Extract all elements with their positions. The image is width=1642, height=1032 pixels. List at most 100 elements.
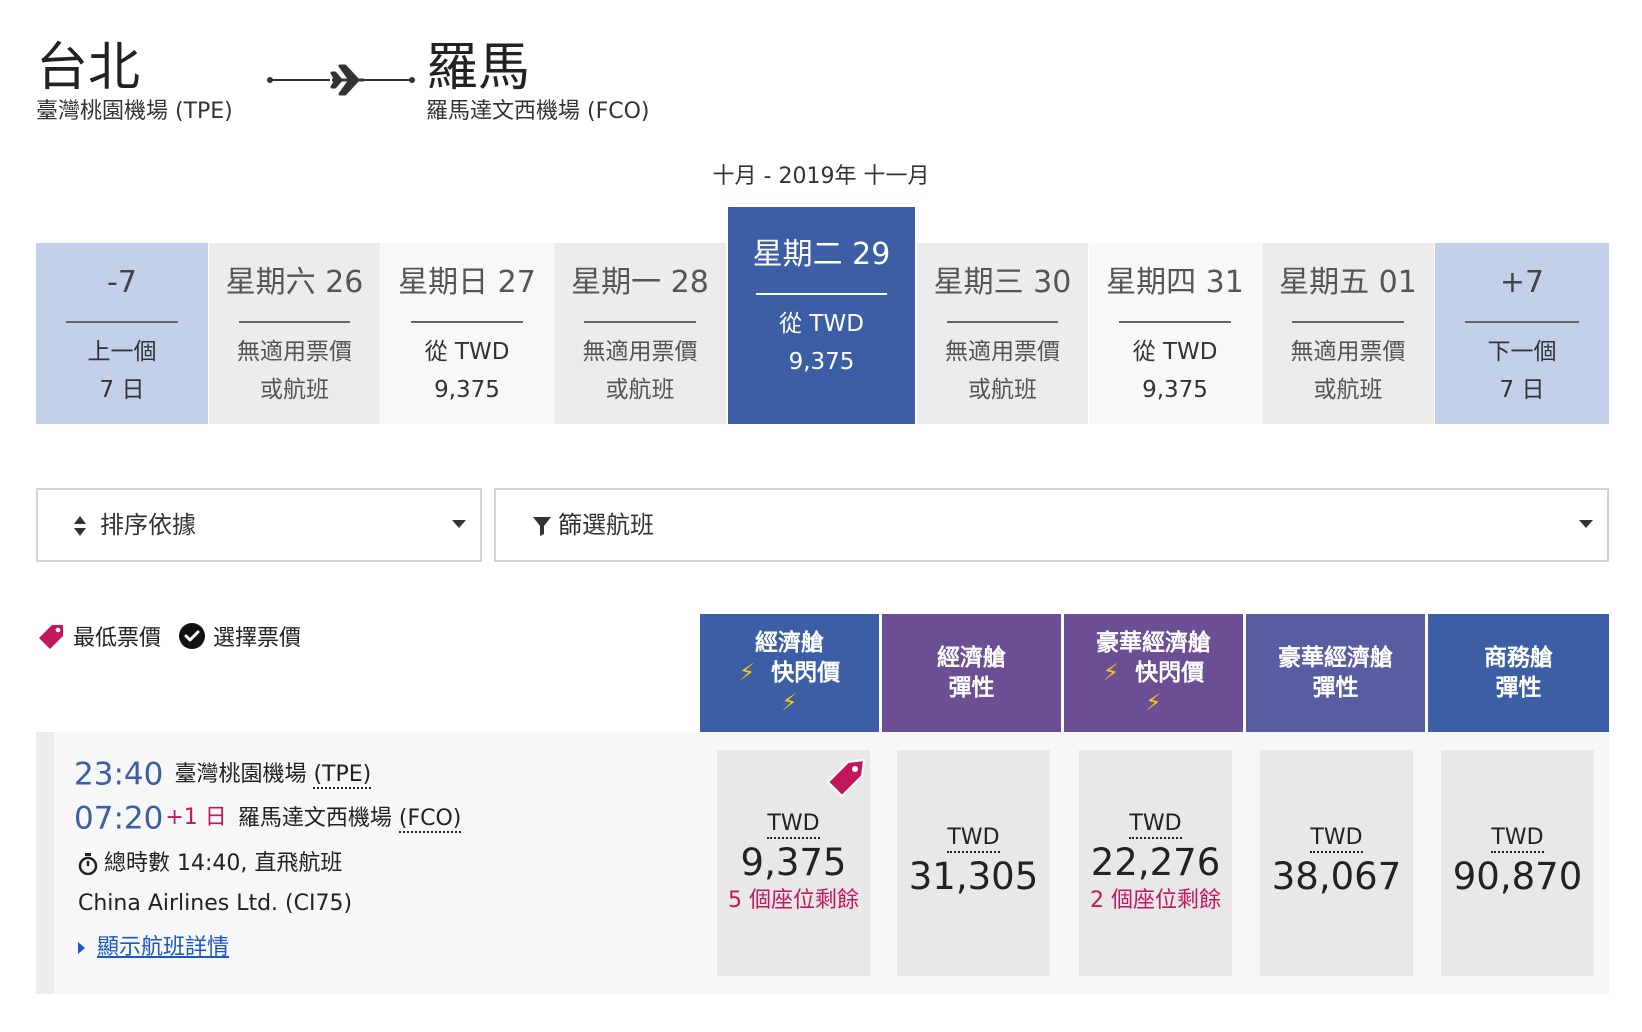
arrival-code[interactable]: (FCO) — [398, 805, 462, 833]
date-cell[interactable]: 星期四 31 從 TWD 9,375 — [1089, 243, 1261, 424]
prev-week-offset: -7 — [107, 265, 137, 300]
origin-airport: 臺灣桃園機場 (TPE) — [36, 99, 233, 124]
caret-right-icon — [78, 942, 85, 954]
flight-times: 23:40 臺灣桃園機場 (TPE) 07:20+1 日 羅馬達文西機場 (FC… — [74, 752, 462, 840]
fare-currency: TWD — [1491, 825, 1544, 853]
lowest-price-tag-icon — [826, 758, 866, 798]
date-label: 星期五 01 — [1279, 265, 1417, 300]
date-status: 無適用票價 — [237, 339, 352, 365]
date-status-2: 或航班 — [605, 377, 675, 403]
arrival-time: 07:20 — [74, 800, 164, 837]
fare-header-economy-flash[interactable]: 經濟艙 ⚡ 快閃價 ⚡ — [700, 614, 879, 732]
next-week-button[interactable]: +7 下一個 7 日 — [1435, 243, 1609, 424]
fare-amount: 31,305 — [908, 855, 1039, 898]
flight-duration: 總時數 14:40, 直飛航班 — [78, 844, 342, 884]
date-label: 星期六 26 — [225, 265, 364, 300]
date-cell[interactable]: 星期三 30 無適用票價 或航班 — [917, 243, 1088, 424]
fare-header-title: 商務艙 — [1484, 645, 1553, 671]
date-status: 無適用票價 — [582, 339, 698, 365]
date-price-prefix: 從 TWD — [424, 339, 510, 365]
fare-cell-economy-flash[interactable]: TWD 9,375 5 個座位剩餘 — [717, 750, 870, 976]
chevron-down-icon — [1579, 520, 1593, 528]
fare-header-title: 豪華經濟艙 — [1096, 630, 1211, 656]
fare-header-economy-flex[interactable]: 經濟艙 彈性 — [882, 614, 1061, 732]
fare-currency: TWD — [1129, 811, 1182, 839]
date-label: 星期一 28 — [571, 265, 709, 300]
date-price: 9,375 — [434, 377, 500, 403]
lightning-icon: ⚡ — [738, 660, 756, 686]
price-tag-icon — [39, 625, 63, 649]
fare-header-subtitle: 彈性 — [1495, 675, 1542, 701]
fare-header-subtitle: 快閃價 — [771, 660, 841, 686]
date-status-2: 或航班 — [968, 377, 1037, 403]
fare-cell-premium-flex[interactable]: TWD 38,067 — [1260, 750, 1413, 976]
fare-header-business-flex[interactable]: 商務艙 彈性 — [1428, 614, 1609, 732]
check-circle-icon — [179, 623, 206, 649]
fare-currency: TWD — [1310, 825, 1363, 853]
fare-amount: 9,375 — [740, 841, 847, 884]
date-status-2: 或航班 — [260, 377, 329, 403]
fare-header-subtitle: 快閃價 — [1135, 660, 1205, 686]
fare-header-subtitle: 彈性 — [948, 675, 995, 701]
fare-cell-business-flex[interactable]: TWD 90,870 — [1441, 750, 1594, 976]
chevron-down-icon — [452, 520, 466, 528]
fare-header-subtitle: 彈性 — [1312, 675, 1359, 701]
date-price: 9,375 — [788, 349, 855, 375]
destination-city: 羅馬 — [426, 38, 531, 98]
prev-week-days: 7 日 — [99, 377, 145, 403]
sort-dropdown[interactable]: 排序依據 — [36, 488, 482, 562]
fare-header-title: 經濟艙 — [755, 630, 824, 656]
departure-airport: 臺灣桃園機場 (TPE) — [174, 761, 372, 789]
month-range: 十月 - 2019年 十一月 — [712, 164, 930, 189]
price-legend: 最低票價 選擇票價 — [36, 620, 301, 660]
filter-icon — [533, 517, 551, 536]
date-cell[interactable]: 星期一 28 無適用票價 或航班 — [554, 243, 726, 424]
date-cell[interactable]: 星期五 01 無適用票價 或航班 — [1262, 243, 1434, 424]
seats-remaining: 2 個座位剩餘 — [1090, 888, 1221, 913]
date-status-2: 或航班 — [1313, 377, 1383, 403]
fare-header-premium-flex[interactable]: 豪華經濟艙 彈性 — [1246, 614, 1425, 732]
seats-remaining: 5 個座位剩餘 — [728, 888, 859, 913]
date-price-prefix: 從 TWD — [779, 311, 864, 337]
fare-header-premium-flash[interactable]: 豪華經濟艙 ⚡ 快閃價 ⚡ — [1064, 614, 1243, 732]
fare-currency: TWD — [947, 825, 1000, 853]
date-cell[interactable]: 星期六 26 無適用票價 或航班 — [209, 243, 380, 424]
show-flight-details-link[interactable]: 顯示航班詳情 — [97, 935, 229, 960]
date-price-prefix: 從 TWD — [1132, 339, 1218, 365]
fare-header-title: 經濟艙 — [937, 645, 1006, 671]
fare-amount: 22,276 — [1090, 841, 1221, 884]
date-strip: -7 上一個 7 日 星期六 26 無適用票價 或航班 星期日 27 從 TWD… — [36, 207, 1609, 424]
fare-cell-economy-flex[interactable]: TWD 31,305 — [897, 750, 1050, 976]
filter-label: 篩選航班 — [558, 511, 654, 539]
next-week-days: 7 日 — [1499, 377, 1545, 403]
stopwatch-icon — [78, 853, 98, 876]
date-status: 無適用票價 — [945, 339, 1060, 365]
filter-dropdown[interactable]: 篩選航班 — [494, 488, 1609, 562]
fare-currency: TWD — [767, 811, 820, 839]
fare-amount: 38,067 — [1271, 855, 1402, 898]
next-week-offset: +7 — [1499, 265, 1545, 300]
date-label: 星期三 30 — [933, 265, 1072, 300]
destination-airport: 羅馬達文西機場 (FCO) — [426, 99, 650, 124]
date-label: 星期二 29 — [752, 237, 891, 272]
plane-route-icon — [267, 64, 415, 96]
legend-lowest-label: 最低票價 — [73, 626, 162, 651]
date-cell-selected[interactable]: 星期二 29 從 TWD 9,375 — [728, 207, 915, 424]
origin-city: 台北 — [36, 38, 141, 98]
prev-week-button[interactable]: -7 上一個 7 日 — [36, 243, 208, 424]
sort-label: 排序依據 — [100, 511, 196, 539]
sort-icon — [74, 516, 86, 536]
flight-details-toggle[interactable]: 顯示航班詳情 — [78, 928, 229, 968]
fare-header-title: 豪華經濟艙 — [1278, 645, 1393, 671]
prev-week-label: 上一個 — [87, 339, 157, 365]
date-price: 9,375 — [1142, 377, 1208, 403]
lightning-icon: ⚡ — [1102, 660, 1120, 686]
fare-cell-premium-flash[interactable]: TWD 22,276 2 個座位剩餘 — [1079, 750, 1232, 976]
date-label: 星期日 27 — [398, 265, 536, 300]
date-cell[interactable]: 星期日 27 從 TWD 9,375 — [381, 243, 553, 424]
date-label: 星期四 31 — [1106, 265, 1244, 300]
departure-time: 23:40 — [74, 756, 164, 793]
departure-code[interactable]: (TPE) — [313, 761, 372, 789]
lightning-icon: ⚡ — [1145, 690, 1162, 716]
flight-carrier: China Airlines Ltd. (CI75) — [78, 891, 353, 916]
